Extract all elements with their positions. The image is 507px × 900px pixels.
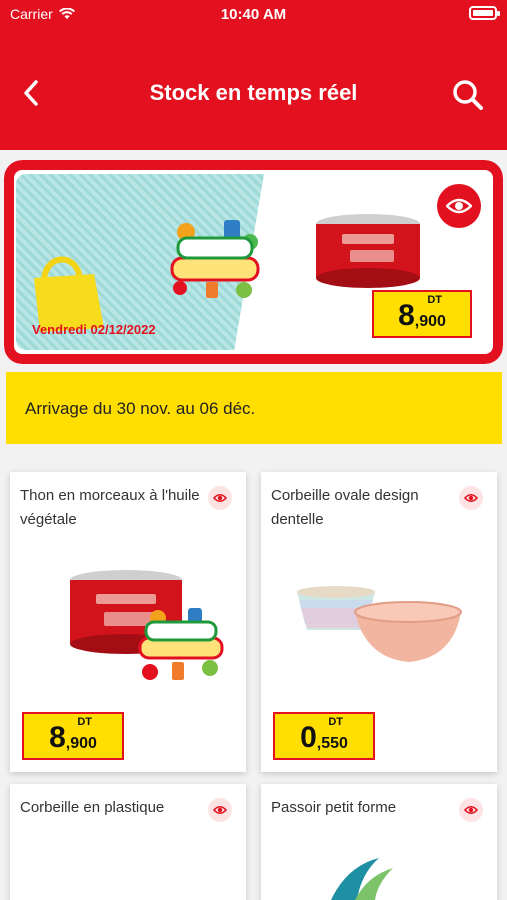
strainer-image bbox=[331, 858, 393, 900]
app-header: Carrier 10:40 AM Stock en temps réel bbox=[0, 0, 507, 150]
product-name: Passoir petit forme bbox=[271, 799, 397, 816]
search-button[interactable] bbox=[451, 78, 485, 112]
product-name: Corbeille ovale design dentelle bbox=[271, 487, 419, 528]
price-integer: 8 bbox=[398, 299, 415, 332]
view-banner-button[interactable] bbox=[437, 184, 481, 228]
price-currency: DT bbox=[427, 294, 442, 306]
tuna-can-image bbox=[70, 570, 224, 680]
product-price-tag: DT 0 ,550 bbox=[273, 712, 375, 760]
view-product-button[interactable] bbox=[459, 486, 483, 510]
price-decimal: ,900 bbox=[414, 313, 446, 330]
eye-icon bbox=[213, 805, 227, 815]
view-product-button[interactable] bbox=[208, 798, 232, 822]
view-product-button[interactable] bbox=[208, 486, 232, 510]
page-title: Stock en temps réel bbox=[149, 80, 358, 105]
price-decimal: ,550 bbox=[316, 735, 348, 752]
view-product-button[interactable] bbox=[459, 798, 483, 822]
price-integer: 0 bbox=[300, 721, 317, 754]
product-name: Thon en morceaux à l'huile végétale bbox=[20, 487, 200, 528]
price-currency: DT bbox=[77, 716, 92, 728]
product-price-tag: DT 8 ,900 bbox=[22, 712, 124, 760]
bowls-image bbox=[297, 586, 462, 662]
product-card[interactable]: Corbeille ovale design dentelle DT 0 ,55… bbox=[261, 472, 497, 772]
banner-content: Vendredi 02/12/2022 DT 8 ,900 bbox=[16, 174, 491, 350]
eye-icon bbox=[464, 493, 478, 503]
product-card[interactable]: Corbeille en plastique bbox=[10, 784, 246, 900]
promo-date: Vendredi 02/12/2022 bbox=[32, 322, 156, 337]
arrivage-banner: Arrivage du 30 nov. au 06 déc. bbox=[6, 372, 502, 444]
promo-logo-image bbox=[170, 220, 260, 298]
product-name: Corbeille en plastique bbox=[20, 799, 165, 816]
battery-icon bbox=[469, 6, 500, 20]
price-decimal: ,900 bbox=[65, 735, 97, 752]
arrivage-text: Arrivage du 30 nov. au 06 déc. bbox=[25, 399, 256, 418]
product-card[interactable]: Thon en morceaux à l'huile végétale DT 8… bbox=[10, 472, 246, 772]
shopping-bag-image bbox=[34, 256, 104, 332]
banner-price-tag: DT 8 ,900 bbox=[372, 290, 472, 338]
price-integer: 8 bbox=[49, 721, 66, 754]
eye-icon bbox=[213, 493, 227, 503]
promo-banner[interactable]: Vendredi 02/12/2022 DT 8 ,900 bbox=[4, 160, 503, 364]
status-bar: Carrier 10:40 AM bbox=[0, 0, 507, 30]
status-time: 10:40 AM bbox=[220, 6, 287, 23]
eye-icon bbox=[464, 805, 478, 815]
search-icon bbox=[453, 80, 483, 110]
tuna-can-image bbox=[316, 214, 420, 288]
eye-icon bbox=[446, 198, 472, 214]
price-currency: DT bbox=[328, 716, 343, 728]
product-card[interactable]: Passoir petit forme bbox=[261, 784, 497, 900]
